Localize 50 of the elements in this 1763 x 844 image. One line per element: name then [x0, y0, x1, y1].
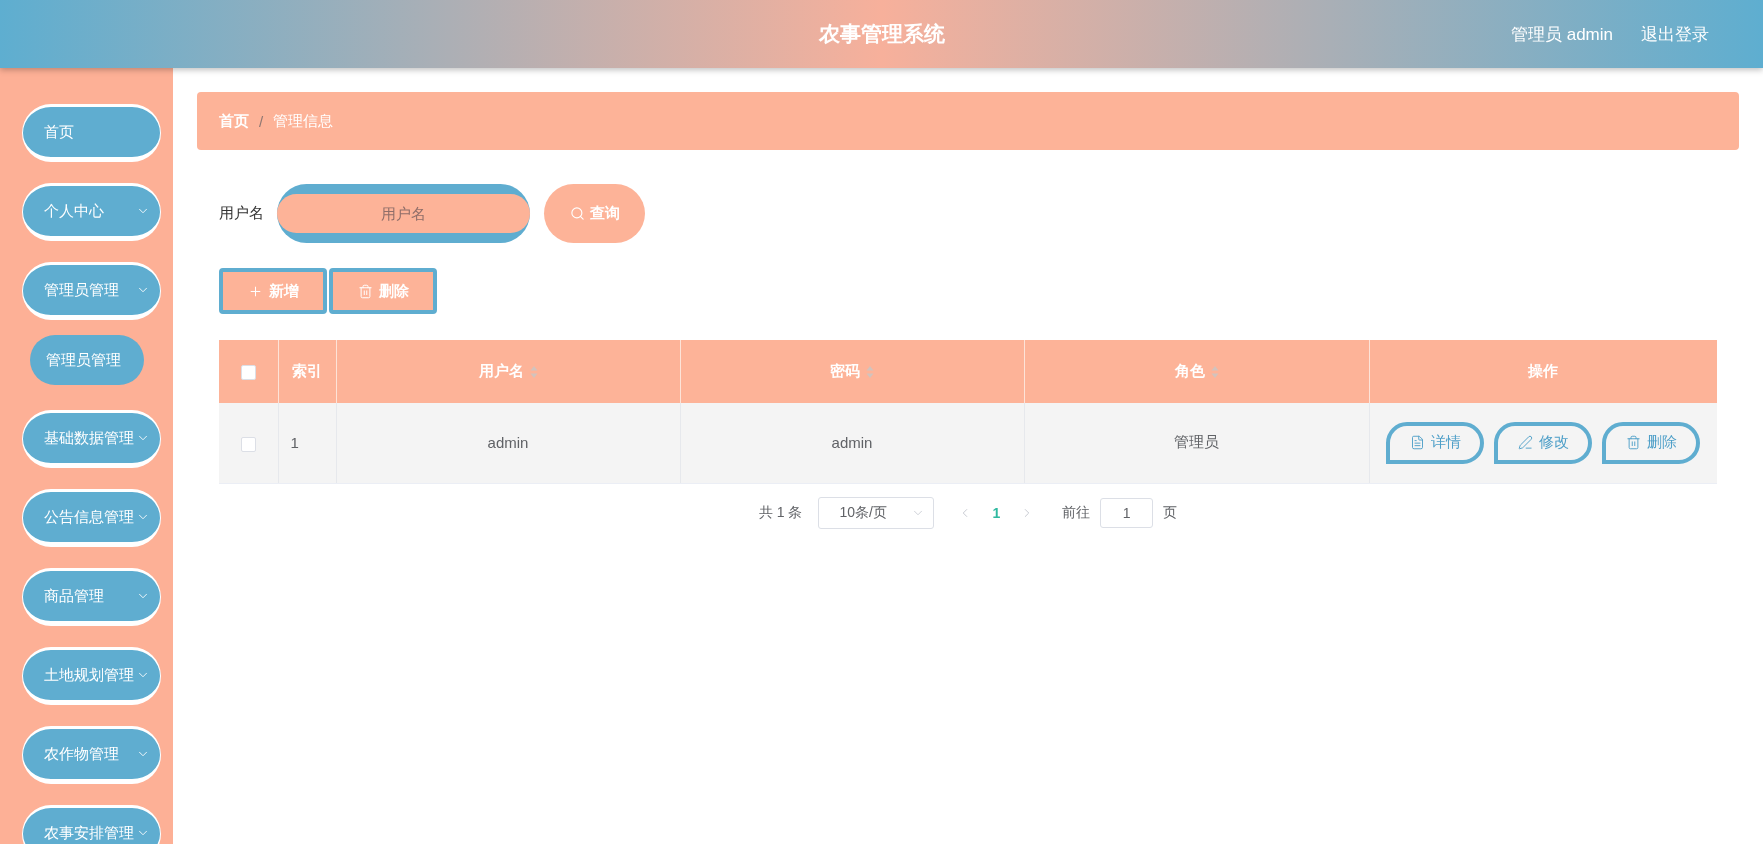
delete-button[interactable]: 删除: [329, 268, 437, 314]
row-checkbox[interactable]: [240, 436, 256, 452]
sidebar-menu-item[interactable]: 商品管理: [22, 568, 161, 626]
breadcrumb-link[interactable]: 首页: [219, 111, 249, 131]
goto-label: 前往: [1062, 503, 1091, 522]
breadcrumb-current: 管理信息: [273, 111, 334, 131]
sidebar-menu-item[interactable]: 农作物管理: [22, 726, 161, 784]
column-header[interactable]: 角色: [1024, 340, 1369, 403]
page-suffix: 页: [1163, 503, 1178, 522]
column-header[interactable]: 用户名: [336, 340, 680, 403]
delete-button[interactable]: 删除: [1602, 421, 1701, 464]
edit-button[interactable]: 修改: [1494, 421, 1593, 464]
sidebar-menu-item[interactable]: 个人中心: [22, 183, 161, 241]
sort-icon: [529, 365, 538, 380]
search-icon: [569, 206, 585, 221]
search-input[interactable]: 用户名: [277, 184, 530, 243]
total-count: 共 1 条: [758, 503, 803, 522]
sidebar-submenu-item[interactable]: 管理员管理: [30, 335, 144, 385]
app-title: 农事管理系统: [818, 21, 945, 47]
column-header: 索引: [278, 340, 336, 403]
table-cell: admin: [680, 403, 1024, 483]
sort-icon: [866, 365, 874, 380]
page-input[interactable]: 1: [1100, 497, 1154, 528]
sidebar-menu-item[interactable]: 土地规划管理: [22, 647, 161, 705]
document-icon: [1409, 435, 1425, 451]
table-cell: 1: [278, 403, 336, 483]
page-number[interactable]: 1: [992, 504, 1001, 521]
sidebar-menu-item[interactable]: 农事安排管理: [22, 805, 161, 844]
breadcrumb-separator: /: [259, 112, 264, 130]
sidebar-menu-item[interactable]: 基础数据管理: [22, 410, 161, 468]
column-header: 操作: [1369, 340, 1717, 403]
table-cell: 管理员: [1024, 403, 1369, 483]
logout-link[interactable]: 退出登录: [1641, 22, 1709, 46]
page-size-select[interactable]: 10条/页: [818, 496, 935, 529]
table-cell: admin: [336, 403, 680, 483]
search-label: 用户名: [219, 204, 264, 223]
plus-icon: [247, 283, 263, 299]
query-button[interactable]: 查询: [544, 184, 645, 243]
sidebar-menu-item[interactable]: 首页: [22, 104, 161, 162]
pencil-icon: [1517, 435, 1533, 451]
user-label: 管理员 admin: [1510, 23, 1613, 46]
trash-icon: [1625, 435, 1641, 451]
sidebar-menu-item[interactable]: 公告信息管理: [22, 489, 161, 547]
trash-icon: [357, 283, 373, 299]
sort-icon: [1210, 365, 1219, 380]
select-all-checkbox[interactable]: [240, 365, 256, 381]
sidebar-menu-item[interactable]: 管理员管理: [22, 262, 161, 320]
column-header[interactable]: 密码: [680, 340, 1024, 403]
details-button[interactable]: 详情: [1386, 421, 1485, 464]
add-button[interactable]: 新增: [219, 268, 327, 314]
